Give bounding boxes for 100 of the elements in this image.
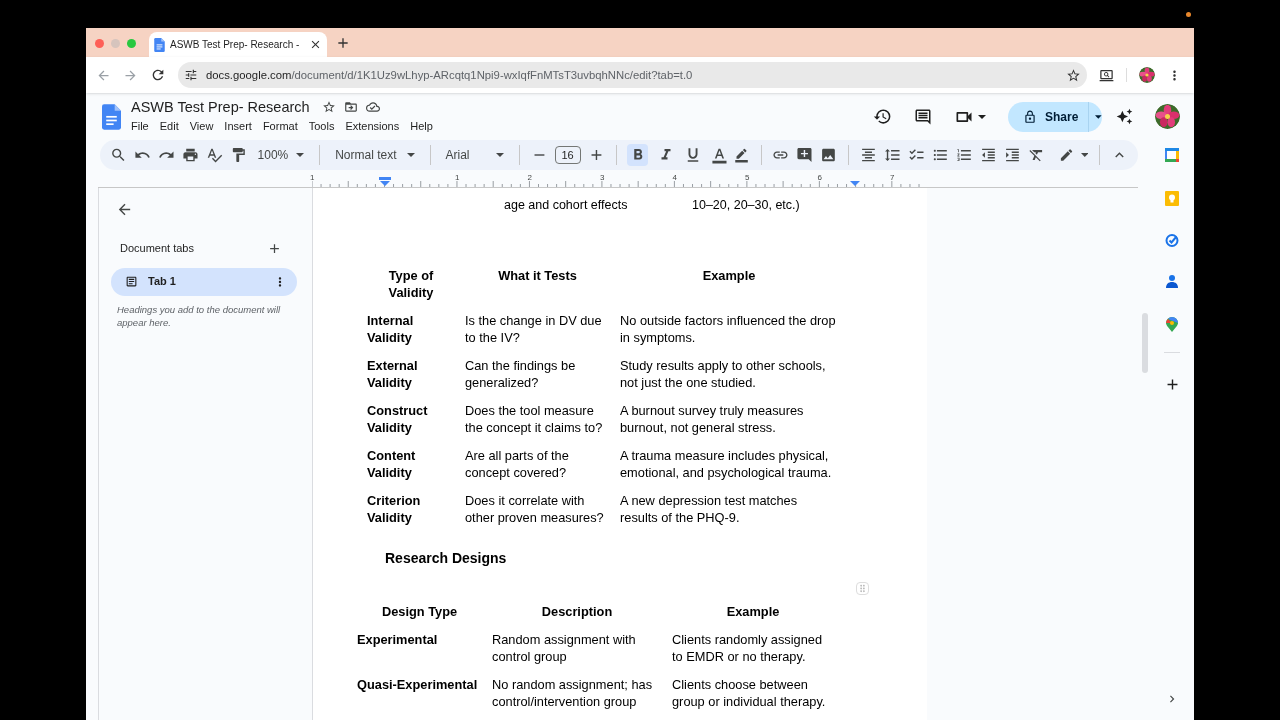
indent-marker-icon[interactable]: [379, 177, 391, 186]
column-header: What it Tests: [497, 267, 578, 284]
document-icon: [125, 275, 138, 288]
close-icon[interactable]: [309, 38, 322, 51]
table-cell-text: External Validity: [367, 357, 419, 391]
ruler-number: 4: [672, 174, 677, 182]
menu-item[interactable]: Edit: [159, 118, 179, 135]
menu-item[interactable]: Help: [410, 118, 433, 135]
column-header: Description: [540, 603, 614, 620]
font-size-field[interactable]: 16: [554, 146, 581, 164]
address-bar[interactable]: docs.google.com/document/d/1K1Uz9wLhyp-ARcqtq1Npi9-wxIqfFnMTsT3uvbqhNNc/edit?tab=t.0: [178, 62, 1087, 88]
search-icon[interactable]: [110, 146, 127, 164]
table-cell-text: No random assignment; has control/intervention group: [492, 676, 654, 710]
print-icon[interactable]: [181, 146, 199, 164]
menu-item[interactable]: File: [131, 118, 149, 135]
check-circle-icon[interactable]: [1165, 233, 1179, 247]
ruler-number: 2: [527, 174, 532, 182]
caret-icon: [978, 114, 986, 119]
table-cell-text: A trauma measure includes physical, emotional, and psychological trauma.: [620, 447, 833, 481]
table-cell-text: Construct Validity: [367, 402, 429, 436]
highlighter-icon[interactable]: [734, 147, 750, 163]
menu-item[interactable]: Tools: [308, 118, 335, 135]
person-icon[interactable]: [1166, 275, 1178, 288]
tab-title: ASWB Test Prep- Research -: [170, 38, 301, 52]
table-cell-text: No outside factors influenced the drop in symptoms.: [620, 312, 837, 346]
line-spacing-icon[interactable]: [884, 146, 901, 164]
table-cell-text: Internal Validity: [367, 312, 415, 346]
text-color-icon[interactable]: [710, 146, 728, 164]
table-cell-text: Is the change in DV due to the IV?: [465, 312, 603, 346]
browser-tab[interactable]: ASWB Test Prep- Research -: [149, 32, 327, 57]
table-cell-text: A new depression test matches results of the PHQ-9.: [620, 492, 799, 526]
cloud-icon[interactable]: [365, 100, 380, 115]
document-tab[interactable]: Tab 1: [111, 267, 297, 296]
table-cell-text: age and cohort effects: [504, 197, 629, 214]
table-cell-text: Quasi-Experimental: [357, 676, 479, 693]
bold-button[interactable]: [627, 144, 649, 166]
document-icon: [154, 37, 165, 52]
zoom-dropdown[interactable]: 100%: [253, 146, 309, 164]
bookmark-star-icon[interactable]: [1066, 67, 1081, 83]
menu-item[interactable]: Extensions: [345, 118, 400, 135]
new-tab-icon[interactable]: [335, 35, 351, 51]
pencil-icon[interactable]: [1058, 147, 1074, 163]
caret-icon: [1095, 114, 1102, 119]
indent-decrease-icon[interactable]: [979, 146, 997, 164]
screen-search-icon[interactable]: [1099, 67, 1114, 83]
ruler-number: 5: [745, 174, 750, 182]
style-dropdown[interactable]: Normal text: [331, 146, 419, 164]
document-icon: [102, 103, 121, 130]
menu-item[interactable]: Format: [262, 118, 298, 135]
ruler-number: 6: [817, 174, 822, 182]
scrollbar[interactable]: [1142, 313, 1148, 373]
table-cell-text: Random assignment with control group: [492, 631, 637, 665]
sidebar-heading: Document tabs: [120, 241, 194, 256]
column-header: Design Type: [380, 603, 459, 620]
column-header: Type of Validity: [387, 267, 435, 301]
column-header: Example: [725, 603, 781, 620]
sidebar-hint: Headings you add to the document will appear here.: [116, 302, 282, 329]
folder-icon[interactable]: [343, 100, 358, 115]
table-cell-text: Study results apply to other schools, not just the one studied.: [620, 357, 827, 391]
site-settings-icon[interactable]: [184, 68, 198, 82]
share-button[interactable]: Share: [1008, 101, 1102, 132]
ruler-number: 1: [455, 174, 460, 182]
font-dropdown[interactable]: Arial: [441, 146, 508, 164]
table-cell-text: Can the findings be generalized?: [465, 357, 577, 391]
url-text: docs.google.com/document/d/1K1Uz9wLhyp-ARcqtq1Npi9-wxIqfFnMTsT3uvbqhNNc/edit?tab=t.0: [206, 67, 694, 83]
reload-icon[interactable]: [150, 67, 166, 83]
table-cell-text: A burnout survey truly measures burnout, not general stress.: [620, 402, 805, 436]
comment-icon[interactable]: [914, 107, 932, 126]
ruler-number: 1: [310, 174, 315, 182]
calendar-icon[interactable]: [1165, 148, 1179, 162]
table-cell-text: Criterion Validity: [367, 492, 422, 526]
table-cell-text: Clients randomly assigned to EMDR or no therapy.: [672, 631, 824, 665]
indent-increase-icon[interactable]: [1003, 146, 1021, 164]
caret-icon: [495, 153, 504, 157]
map-pin-icon[interactable]: [1166, 317, 1178, 332]
numbered-list-icon[interactable]: [955, 146, 973, 164]
back-icon[interactable]: [116, 201, 133, 218]
ruler-number: 3: [600, 174, 605, 182]
column-header: Example: [701, 267, 757, 284]
ruler-number: 7: [890, 174, 895, 182]
align-center-icon[interactable]: [860, 146, 878, 164]
history-icon[interactable]: [873, 107, 892, 126]
star-icon[interactable]: [321, 100, 336, 115]
table-cell-text: Content Validity: [367, 447, 417, 481]
section-heading: Research Designs: [385, 549, 508, 567]
menu-item[interactable]: Insert: [224, 118, 252, 135]
document-title[interactable]: ASWB Test Prep- Research: [131, 98, 310, 117]
table-cell-text: Does the tool measure the concept it claims to?: [465, 402, 604, 436]
lock-icon: [1023, 109, 1037, 124]
add-comment-icon[interactable]: [796, 146, 814, 164]
sparkle-icon[interactable]: [1116, 108, 1133, 125]
caret-icon: [296, 153, 305, 157]
spellcheck-icon[interactable]: [205, 146, 223, 164]
caret-icon: [1080, 153, 1089, 157]
caret-icon: [406, 153, 415, 157]
image-icon[interactable]: [820, 146, 838, 164]
menu-item[interactable]: View: [189, 118, 214, 135]
drag-handle-icon[interactable]: [856, 582, 869, 595]
table-cell-text: Clients choose between group or individual therapy.: [672, 676, 827, 710]
table-cell-text: Experimental: [357, 631, 439, 648]
